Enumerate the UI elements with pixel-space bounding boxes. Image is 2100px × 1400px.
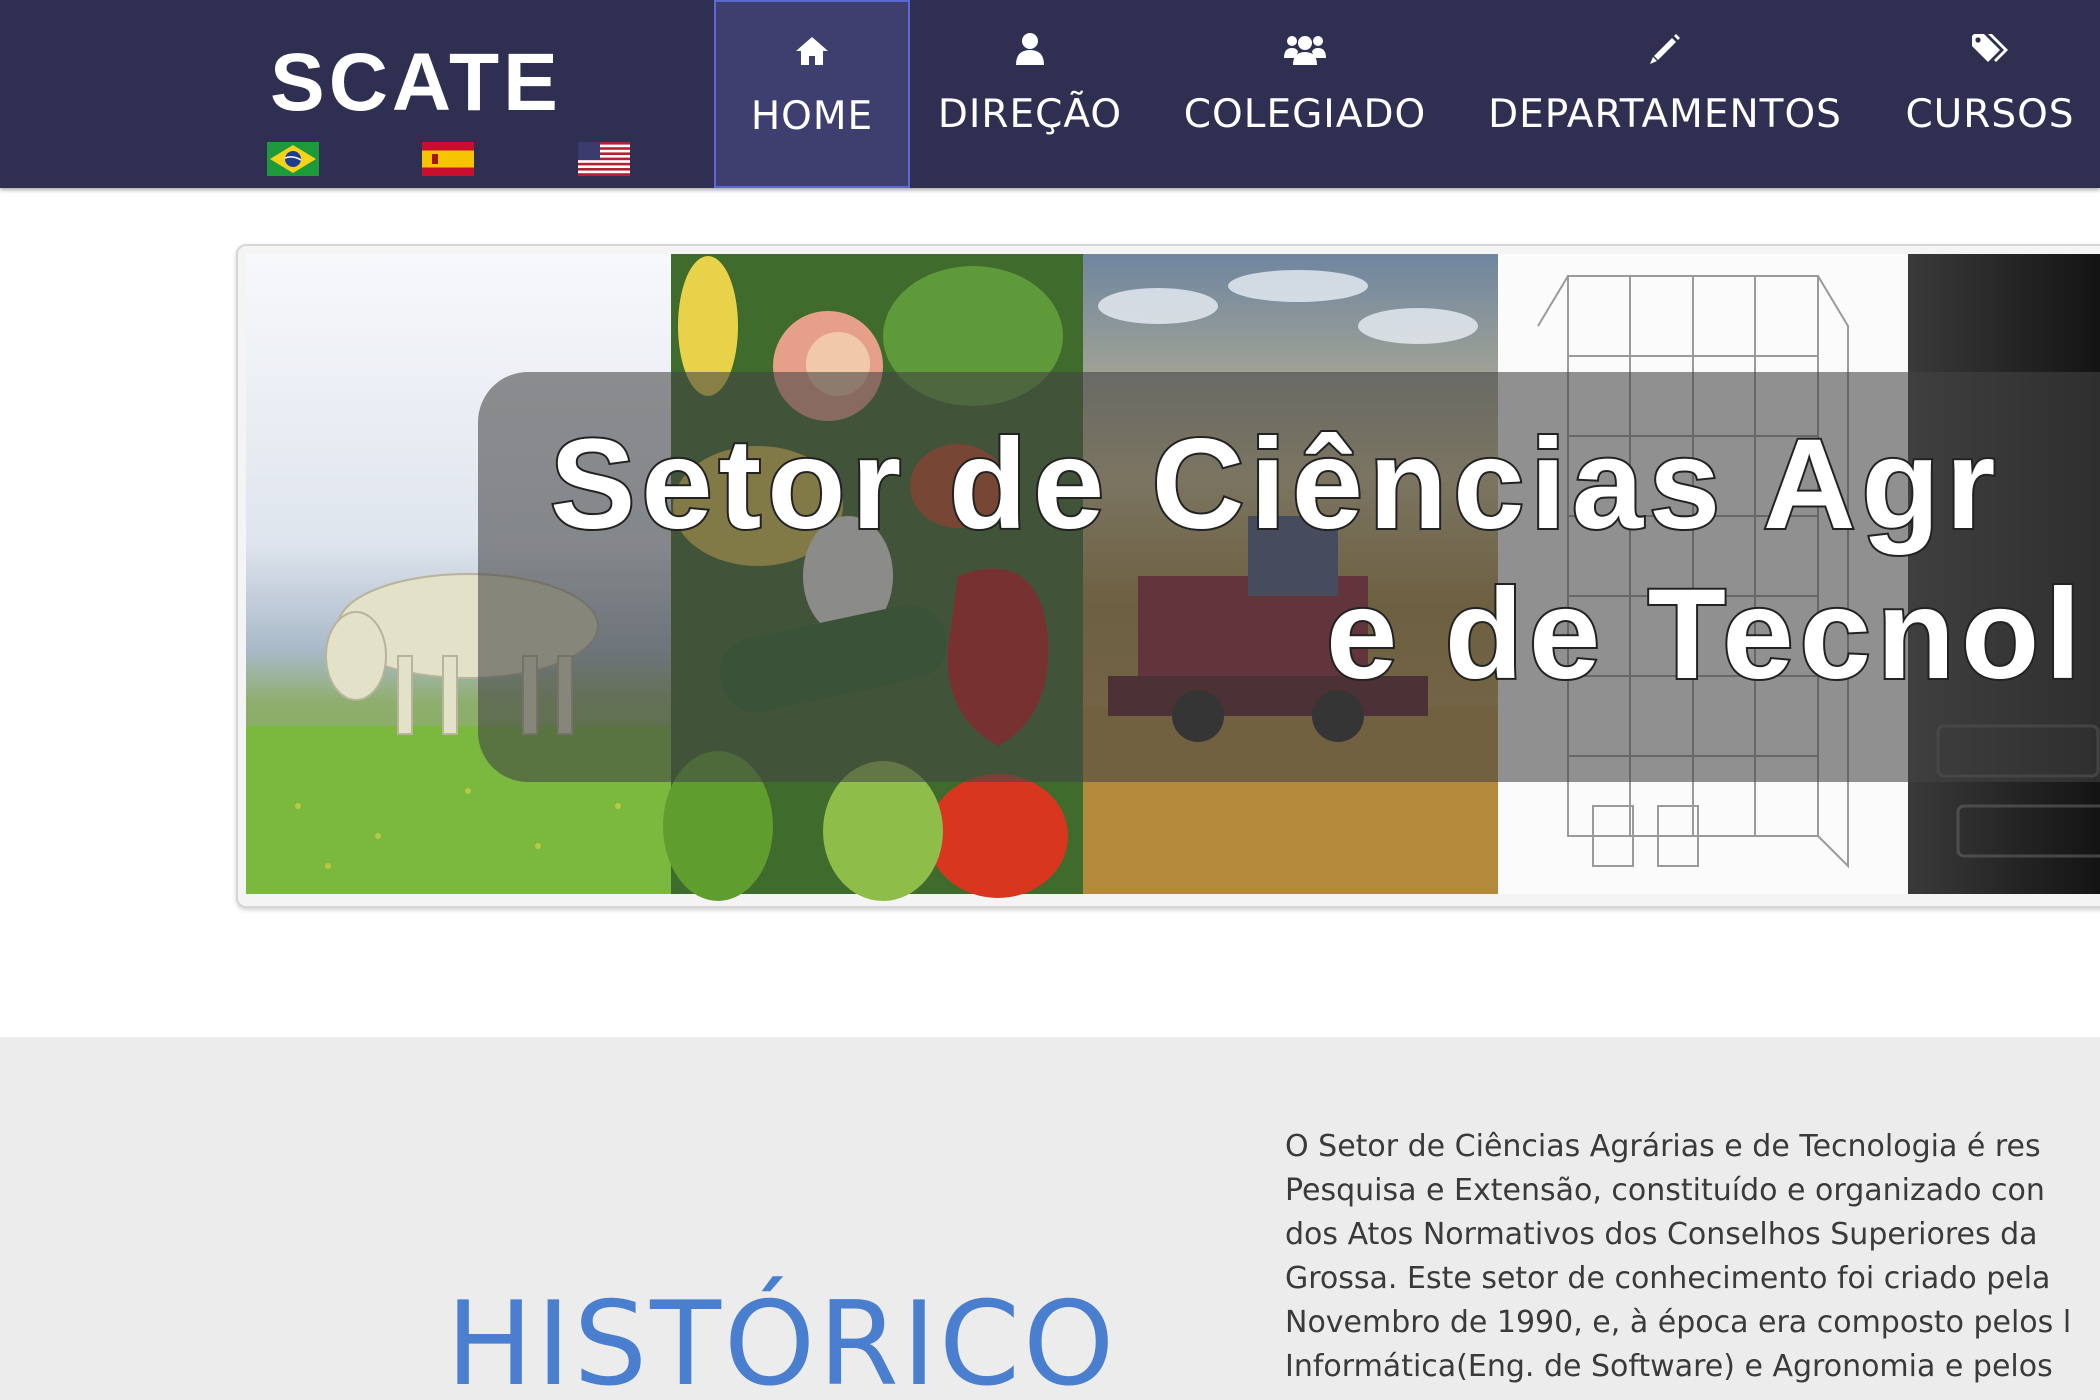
nav-colegiado-label: COLEGIADO	[1183, 92, 1427, 137]
site-logo[interactable]: SCATE	[270, 38, 562, 128]
tags-icon	[1890, 28, 2090, 70]
paragraph-line: Pesquisa e Extensão, constituído e organ…	[1285, 1173, 2045, 1208]
nav-departamentos[interactable]: DEPARTAMENTOS	[1480, 0, 1850, 188]
banner-title-line1: Setor de Ciências Agr	[550, 413, 2001, 556]
paragraph-line: Grossa. Este setor de conhecimento foi c…	[1285, 1261, 2051, 1296]
nav-home[interactable]: HOME	[714, 0, 910, 188]
pencil-icon	[1480, 28, 1850, 70]
banner-collage-image: Setor de Ciências Agr e de Tecnol	[246, 254, 2100, 901]
nav-direcao-label: DIREÇÃO	[937, 92, 1123, 137]
nav-home-label: HOME	[750, 94, 874, 139]
users-icon	[1170, 28, 1440, 70]
paragraph-line: O Setor de Ciências Agrárias e de Tecnol…	[1285, 1129, 2041, 1164]
hero-banner: Setor de Ciências Agr e de Tecnol	[236, 244, 2100, 908]
spain-flag-icon[interactable]	[422, 142, 474, 176]
usa-flag-icon[interactable]	[578, 142, 630, 176]
nav-departamentos-label: DEPARTAMENTOS	[1488, 92, 1842, 137]
nav-direcao[interactable]: DIREÇÃO	[920, 0, 1140, 188]
top-navbar: SCATE HOME DIREÇÃO COLEGIADO DEPARTAMENT…	[0, 0, 2100, 188]
historico-paragraph: O Setor de Ciências Agrárias e de Tecnol…	[1285, 1125, 2100, 1389]
historico-section: HISTÓRICO O Setor de Ciências Agrárias e…	[0, 1037, 2100, 1400]
banner-title-line2: e de Tecnol	[1326, 563, 2087, 706]
brazil-flag-icon[interactable]	[267, 142, 319, 176]
nav-colegiado[interactable]: COLEGIADO	[1170, 0, 1440, 188]
section-title: HISTÓRICO	[446, 1277, 1118, 1400]
nav-cursos-label: CURSOS	[1905, 92, 2075, 137]
paragraph-line: Novembro de 1990, e, à época era compost…	[1285, 1305, 2072, 1340]
paragraph-line: dos Atos Normativos dos Conselhos Superi…	[1285, 1217, 2038, 1252]
paragraph-line: Informática(Eng. de Software) e Agronomi…	[1285, 1349, 2053, 1384]
user-icon	[920, 28, 1140, 70]
nav-cursos[interactable]: CURSOS	[1890, 0, 2090, 188]
home-icon	[716, 30, 908, 72]
